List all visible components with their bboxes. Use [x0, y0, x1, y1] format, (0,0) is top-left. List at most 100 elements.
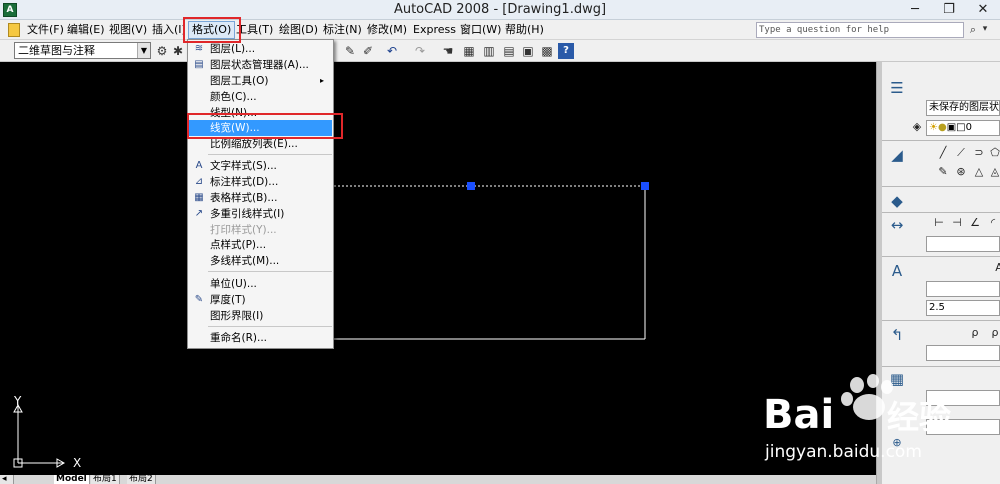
menu-dimension[interactable]: 标注(N) — [323, 22, 362, 38]
menu-item-layer[interactable]: ≋ 图层(L)... — [189, 41, 332, 57]
menu-item-plot-style: 打印样式(Y)... — [210, 224, 277, 236]
layer-dropdown[interactable]: ☀●▣□0 — [926, 120, 1000, 136]
tool-palettes-icon[interactable]: ▤ — [501, 43, 517, 59]
menu-item-mleader-style[interactable]: ↗ 多重引线样式(I) — [189, 206, 332, 222]
layers-icon: ≋ — [194, 43, 204, 54]
text-panel-icon[interactable]: A — [886, 260, 908, 282]
dimension-panel-icon[interactable]: ↔ — [886, 214, 908, 236]
arc-dim-icon[interactable]: ◜ — [986, 216, 1000, 230]
tab-model[interactable]: Model — [54, 475, 90, 484]
menu-item-multiline-style[interactable]: 多线样式(M)... — [189, 253, 332, 269]
polygon-tool-icon[interactable]: ⬠ — [988, 146, 1000, 160]
menu-item-units[interactable]: 单位(U)... — [189, 276, 332, 292]
workspace-select[interactable]: 二维草图与注释 ▼ — [14, 42, 151, 59]
title-bar: A AutoCAD 2008 - [Drawing1.dwg] ─ ❐ ✕ — [0, 0, 1000, 20]
menu-window[interactable]: 窗口(W) — [460, 22, 501, 38]
ucs-x-label: X — [73, 456, 81, 470]
undo-icon[interactable]: ↶ — [384, 43, 400, 59]
grip-endpoint[interactable] — [641, 182, 649, 190]
mleader-style-field[interactable] — [926, 345, 1000, 361]
close-button[interactable]: ✕ — [966, 0, 1000, 20]
layer-manager-icon[interactable]: ◈ — [910, 120, 924, 134]
tab-layout1[interactable]: 布局1 — [91, 475, 120, 484]
match-properties-icon[interactable]: ✎ — [342, 43, 358, 59]
search-dropdown-arrow[interactable]: ▾ — [980, 22, 990, 38]
text-height-field[interactable]: 2.5 — [926, 300, 1000, 316]
search-icon[interactable]: ⌕ — [966, 22, 980, 38]
menu-view[interactable]: 视图(V) — [109, 22, 147, 38]
sketch-tool-icon[interactable]: ✎ — [936, 165, 950, 179]
tab-layout2[interactable]: 布局2 — [127, 475, 156, 484]
help-icon[interactable]: ? — [558, 43, 574, 59]
menu-item-table-style[interactable]: ▦ 表格样式(B)... — [189, 190, 332, 206]
panel-separator — [882, 212, 1000, 213]
gear-icon[interactable]: ✱ — [170, 43, 186, 59]
chevron-down-icon[interactable]: ▼ — [137, 43, 150, 58]
menu-separator — [208, 326, 332, 327]
restore-button[interactable]: ❐ — [932, 0, 966, 20]
aligned-dim-icon[interactable]: ⊣ — [950, 216, 964, 230]
menu-edit[interactable]: 编辑(E) — [67, 22, 105, 38]
panel-separator — [882, 366, 1000, 367]
menu-item-text-style[interactable]: A 文字样式(S)... — [189, 158, 332, 174]
grip-midpoint[interactable] — [467, 182, 475, 190]
thickness-icon: ✎ — [194, 294, 204, 305]
hatch-tool-icon[interactable]: △ — [972, 165, 986, 179]
gradient-tool-icon[interactable]: ◬ — [988, 165, 1000, 179]
panel-separator — [882, 140, 1000, 141]
line-tool-icon[interactable]: ╱ — [936, 146, 950, 160]
multiline-text-icon[interactable]: A — [992, 261, 1000, 275]
region-tool-icon[interactable]: ⊛ — [954, 165, 968, 179]
calculator-icon[interactable]: ▩ — [539, 43, 555, 59]
annotation-box-lineweight — [187, 113, 343, 139]
realtime-pan-icon[interactable]: ☚ — [440, 43, 456, 59]
tab-scroll-first[interactable]: ◂ — [0, 475, 14, 484]
multileader-tool-icon[interactable]: ρ — [968, 326, 982, 340]
angular-dim-icon[interactable]: ∠ — [968, 216, 982, 230]
window-title: AutoCAD 2008 - [Drawing1.dwg] — [393, 2, 607, 17]
sun-icon: ● — [937, 122, 947, 133]
text-style-field[interactable] — [926, 281, 1000, 297]
layer-states-icon: ▤ — [194, 59, 204, 70]
menu-tools[interactable]: 工具(T) — [236, 22, 273, 38]
drawing-canvas[interactable]: Y X — [0, 62, 876, 475]
add-leader-icon[interactable]: ρ — [988, 326, 1000, 340]
drawing-svg: Y X — [13, 182, 649, 470]
menu-item-rename[interactable]: 重命名(R)... — [189, 330, 332, 346]
menu-help[interactable]: 帮助(H) — [505, 22, 544, 38]
menu-item-dim-style[interactable]: ⊿ 标注样式(D)... — [189, 174, 332, 190]
design-center-icon[interactable]: ▥ — [481, 43, 497, 59]
menu-item-color[interactable]: 颜色(C)... — [189, 89, 332, 105]
menu-insert[interactable]: 插入(I) — [152, 22, 186, 38]
polyline-tool-icon[interactable]: ⊃ — [972, 146, 986, 160]
menu-item-drawing-limits[interactable]: 图形界限(I) — [189, 308, 332, 324]
layer-state-dropdown[interactable]: 未保存的图层状态 — [926, 100, 1000, 116]
minimize-button[interactable]: ─ — [898, 0, 932, 20]
panel-separator — [882, 186, 1000, 187]
construction-line-icon[interactable]: ⟋ — [954, 146, 968, 160]
dim-style-field[interactable] — [926, 236, 1000, 252]
menu-item-layer-tools[interactable]: 图层工具(O) ▸ — [189, 73, 332, 89]
table-style-icon: ▦ — [194, 192, 204, 203]
menu-express[interactable]: Express — [413, 22, 456, 38]
workspace-settings-icon[interactable]: ⚙ — [154, 43, 170, 59]
menu-item-thickness[interactable]: ✎ 厚度(T) — [189, 292, 332, 308]
multileader-panel-icon[interactable]: ↰ — [886, 324, 908, 346]
pan-icon[interactable]: ✐ — [360, 43, 376, 59]
properties-icon[interactable]: ▦ — [461, 43, 477, 59]
modify-panel-icon[interactable]: ◆ — [886, 190, 908, 212]
layer-color-swatch: □ — [956, 122, 966, 133]
menu-draw[interactable]: 绘图(D) — [279, 22, 318, 38]
sheet-set-icon[interactable]: ▣ — [520, 43, 536, 59]
draw-panel-icon[interactable]: ◢ — [886, 144, 908, 166]
menu-item-point-style[interactable]: 点样式(P)... — [189, 237, 332, 253]
menu-item-layer-states[interactable]: ▤ 图层状态管理器(A)... — [189, 57, 332, 73]
menu-modify[interactable]: 修改(M) — [367, 22, 407, 38]
linear-dim-icon[interactable]: ⊢ — [932, 216, 946, 230]
document-icon[interactable] — [8, 23, 20, 37]
watermark-url: jingyan.baidu.com — [764, 442, 922, 462]
redo-icon[interactable]: ↷ — [412, 43, 428, 59]
menu-file[interactable]: 文件(F) — [27, 22, 64, 38]
help-search-input[interactable]: Type a question for help — [756, 22, 964, 38]
layers-panel-icon[interactable]: ☰ — [886, 77, 908, 99]
